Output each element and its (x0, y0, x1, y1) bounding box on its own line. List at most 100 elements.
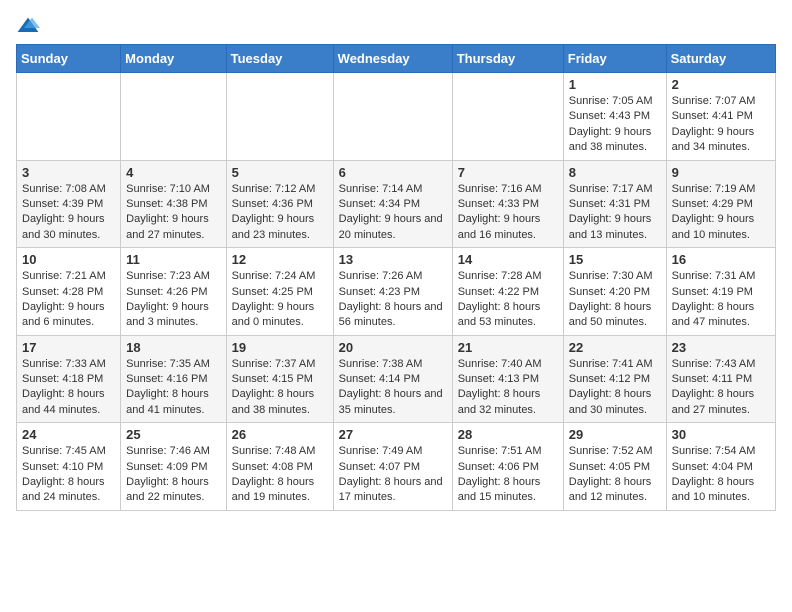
day-info: Sunrise: 7:38 AM Sunset: 4:14 PM Dayligh… (339, 357, 447, 419)
day-number: 3 (22, 165, 115, 180)
header-row: SundayMondayTuesdayWednesdayThursdayFrid… (17, 45, 776, 73)
week-row-4: 24 Sunrise: 7:45 AM Sunset: 4:10 PM Dayli… (17, 423, 776, 511)
day-info: Sunrise: 7:05 AM Sunset: 4:43 PM Dayligh… (569, 94, 661, 156)
day-info: Sunrise: 7:49 AM Sunset: 4:07 PM Dayligh… (339, 444, 447, 506)
day-cell: 27 Sunrise: 7:49 AM Sunset: 4:07 PM Dayli… (333, 423, 452, 511)
day-cell: 24 Sunrise: 7:45 AM Sunset: 4:10 PM Dayli… (17, 423, 121, 511)
day-info: Sunrise: 7:54 AM Sunset: 4:04 PM Dayligh… (672, 444, 770, 506)
day-cell (17, 73, 121, 161)
day-info: Sunrise: 7:52 AM Sunset: 4:05 PM Dayligh… (569, 444, 661, 506)
day-info: Sunrise: 7:24 AM Sunset: 4:25 PM Dayligh… (232, 269, 328, 331)
day-number: 13 (339, 252, 447, 267)
day-number: 23 (672, 340, 770, 355)
week-row-2: 10 Sunrise: 7:21 AM Sunset: 4:28 PM Dayli… (17, 248, 776, 336)
logo-icon (16, 16, 40, 36)
week-row-3: 17Sunrise: 7:33 AM Sunset: 4:18 PM Dayli… (17, 335, 776, 423)
day-info: Sunrise: 7:17 AM Sunset: 4:31 PM Dayligh… (569, 182, 661, 244)
day-cell: 16 Sunrise: 7:31 AM Sunset: 4:19 PM Dayli… (666, 248, 775, 336)
day-cell: 22 Sunrise: 7:41 AM Sunset: 4:12 PM Dayli… (563, 335, 666, 423)
day-number: 24 (22, 427, 115, 442)
day-number: 25 (126, 427, 220, 442)
day-cell: 25 Sunrise: 7:46 AM Sunset: 4:09 PM Dayli… (121, 423, 226, 511)
header (16, 16, 776, 36)
day-info: Sunrise: 7:45 AM Sunset: 4:10 PM Dayligh… (22, 444, 115, 506)
day-info: Sunrise: 7:30 AM Sunset: 4:20 PM Dayligh… (569, 269, 661, 331)
day-number: 5 (232, 165, 328, 180)
day-number: 30 (672, 427, 770, 442)
day-number: 4 (126, 165, 220, 180)
day-info: Sunrise: 7:14 AM Sunset: 4:34 PM Dayligh… (339, 182, 447, 244)
day-number: 11 (126, 252, 220, 267)
day-cell: 14 Sunrise: 7:28 AM Sunset: 4:22 PM Dayli… (452, 248, 563, 336)
day-info: Sunrise: 7:21 AM Sunset: 4:28 PM Dayligh… (22, 269, 115, 331)
day-cell: 11 Sunrise: 7:23 AM Sunset: 4:26 PM Dayli… (121, 248, 226, 336)
day-info: Sunrise: 7:12 AM Sunset: 4:36 PM Dayligh… (232, 182, 328, 244)
day-number: 7 (458, 165, 558, 180)
day-cell: 23 Sunrise: 7:43 AM Sunset: 4:11 PM Dayli… (666, 335, 775, 423)
day-cell: 8 Sunrise: 7:17 AM Sunset: 4:31 PM Daylig… (563, 160, 666, 248)
day-number: 18 (126, 340, 220, 355)
day-info: Sunrise: 7:23 AM Sunset: 4:26 PM Dayligh… (126, 269, 220, 331)
day-info: Sunrise: 7:41 AM Sunset: 4:12 PM Dayligh… (569, 357, 661, 419)
day-info: Sunrise: 7:37 AM Sunset: 4:15 PM Dayligh… (232, 357, 328, 419)
day-info: Sunrise: 7:48 AM Sunset: 4:08 PM Dayligh… (232, 444, 328, 506)
day-cell: 12 Sunrise: 7:24 AM Sunset: 4:25 PM Dayli… (226, 248, 333, 336)
day-info: Sunrise: 7:31 AM Sunset: 4:19 PM Dayligh… (672, 269, 770, 331)
day-cell: 28 Sunrise: 7:51 AM Sunset: 4:06 PM Dayli… (452, 423, 563, 511)
day-info: Sunrise: 7:26 AM Sunset: 4:23 PM Dayligh… (339, 269, 447, 331)
day-info: Sunrise: 7:10 AM Sunset: 4:38 PM Dayligh… (126, 182, 220, 244)
day-number: 20 (339, 340, 447, 355)
calendar-table: SundayMondayTuesdayWednesdayThursdayFrid… (16, 44, 776, 511)
day-number: 1 (569, 77, 661, 92)
day-number: 2 (672, 77, 770, 92)
day-cell (226, 73, 333, 161)
week-row-0: 1 Sunrise: 7:05 AM Sunset: 4:43 PM Daylig… (17, 73, 776, 161)
day-number: 14 (458, 252, 558, 267)
header-cell-monday: Monday (121, 45, 226, 73)
logo (16, 16, 44, 36)
day-cell: 15 Sunrise: 7:30 AM Sunset: 4:20 PM Dayli… (563, 248, 666, 336)
day-cell: 7Sunrise: 7:16 AM Sunset: 4:33 PM Daylig… (452, 160, 563, 248)
day-cell: 13 Sunrise: 7:26 AM Sunset: 4:23 PM Dayli… (333, 248, 452, 336)
day-number: 9 (672, 165, 770, 180)
header-cell-wednesday: Wednesday (333, 45, 452, 73)
day-number: 15 (569, 252, 661, 267)
day-cell (121, 73, 226, 161)
header-cell-thursday: Thursday (452, 45, 563, 73)
day-cell: 4 Sunrise: 7:10 AM Sunset: 4:38 PM Daylig… (121, 160, 226, 248)
day-number: 6 (339, 165, 447, 180)
day-cell: 30 Sunrise: 7:54 AM Sunset: 4:04 PM Dayli… (666, 423, 775, 511)
day-number: 8 (569, 165, 661, 180)
header-cell-saturday: Saturday (666, 45, 775, 73)
day-number: 21 (458, 340, 558, 355)
day-info: Sunrise: 7:28 AM Sunset: 4:22 PM Dayligh… (458, 269, 558, 331)
header-cell-sunday: Sunday (17, 45, 121, 73)
header-cell-friday: Friday (563, 45, 666, 73)
week-row-1: 3Sunrise: 7:08 AM Sunset: 4:39 PM Daylig… (17, 160, 776, 248)
day-cell: 10 Sunrise: 7:21 AM Sunset: 4:28 PM Dayli… (17, 248, 121, 336)
day-cell (452, 73, 563, 161)
day-cell: 9 Sunrise: 7:19 AM Sunset: 4:29 PM Daylig… (666, 160, 775, 248)
day-cell: 29Sunrise: 7:52 AM Sunset: 4:05 PM Dayli… (563, 423, 666, 511)
day-cell: 18 Sunrise: 7:35 AM Sunset: 4:16 PM Dayli… (121, 335, 226, 423)
day-number: 22 (569, 340, 661, 355)
day-info: Sunrise: 7:43 AM Sunset: 4:11 PM Dayligh… (672, 357, 770, 419)
day-info: Sunrise: 7:33 AM Sunset: 4:18 PM Dayligh… (22, 357, 115, 419)
header-cell-tuesday: Tuesday (226, 45, 333, 73)
day-info: Sunrise: 7:40 AM Sunset: 4:13 PM Dayligh… (458, 357, 558, 419)
day-info: Sunrise: 7:07 AM Sunset: 4:41 PM Dayligh… (672, 94, 770, 156)
day-info: Sunrise: 7:46 AM Sunset: 4:09 PM Dayligh… (126, 444, 220, 506)
day-cell (333, 73, 452, 161)
day-cell: 26Sunrise: 7:48 AM Sunset: 4:08 PM Dayli… (226, 423, 333, 511)
day-number: 19 (232, 340, 328, 355)
day-info: Sunrise: 7:19 AM Sunset: 4:29 PM Dayligh… (672, 182, 770, 244)
day-number: 16 (672, 252, 770, 267)
day-number: 10 (22, 252, 115, 267)
day-cell: 2 Sunrise: 7:07 AM Sunset: 4:41 PM Daylig… (666, 73, 775, 161)
day-number: 12 (232, 252, 328, 267)
day-number: 28 (458, 427, 558, 442)
day-cell: 3Sunrise: 7:08 AM Sunset: 4:39 PM Daylig… (17, 160, 121, 248)
day-info: Sunrise: 7:51 AM Sunset: 4:06 PM Dayligh… (458, 444, 558, 506)
day-number: 27 (339, 427, 447, 442)
day-info: Sunrise: 7:35 AM Sunset: 4:16 PM Dayligh… (126, 357, 220, 419)
